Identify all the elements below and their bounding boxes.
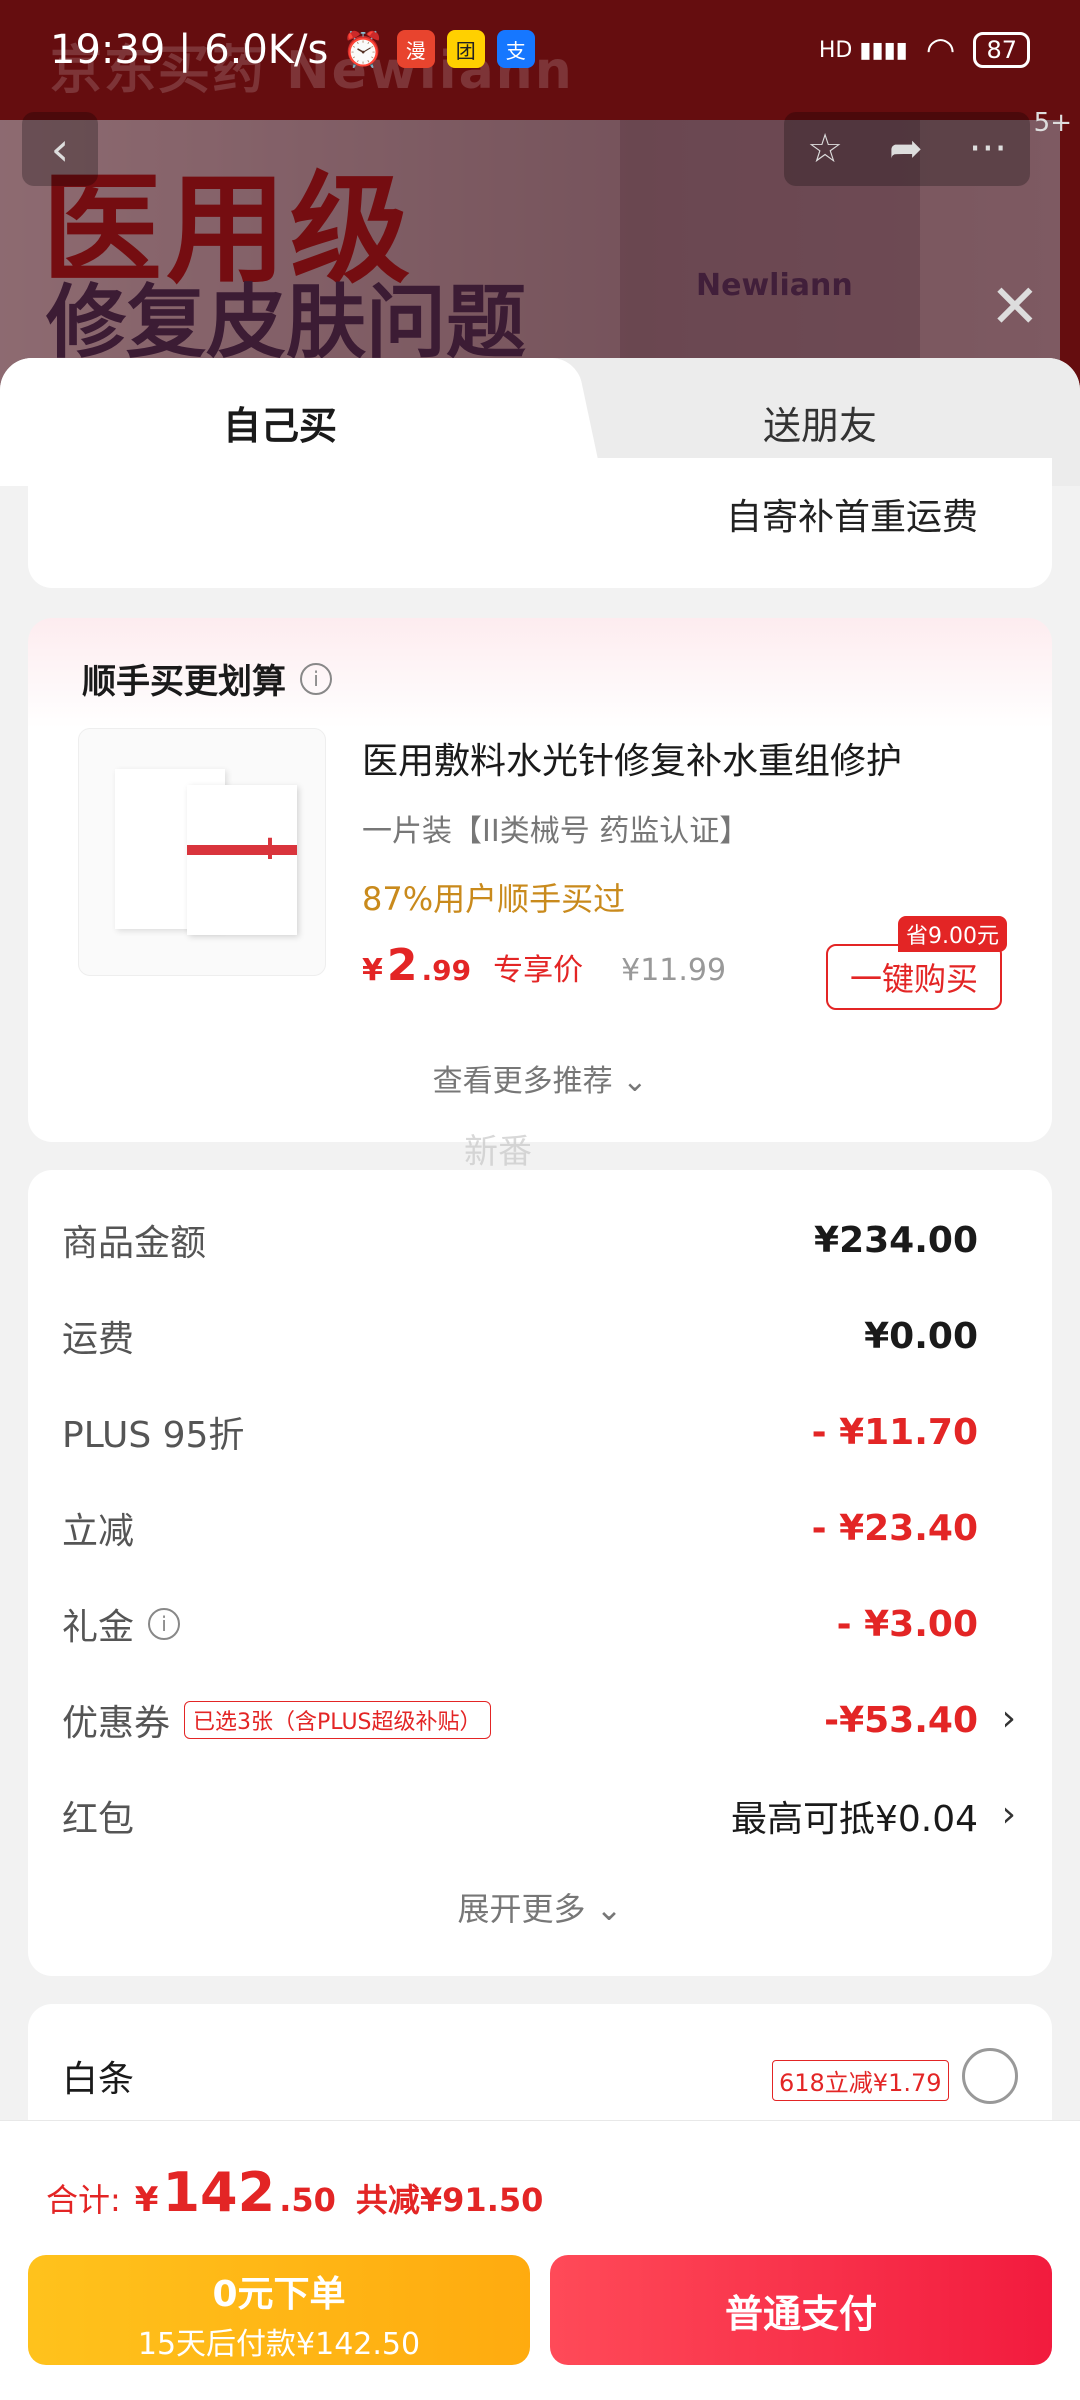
favorite-star-icon[interactable]: ☆ xyxy=(807,126,843,172)
zero-yuan-order-button[interactable]: 0元下单 15天后付款¥142.50 xyxy=(28,2255,530,2365)
wifi-icon: ◠ xyxy=(925,30,956,70)
status-speed: 6.0K/s xyxy=(204,27,329,73)
summary-row-goods: 商品金额 ¥234.00 xyxy=(62,1219,978,1265)
status-bar: 19:39 | 6.0K/s ⏰ 漫 团 支 HD ▮▮▮▮ ◠ 87 xyxy=(0,0,1080,100)
more-recommend-link[interactable]: 查看更多推荐 ⌄ xyxy=(28,1056,1052,1100)
info-icon[interactable]: i xyxy=(148,1608,181,1640)
nav-actions: ☆ ➦ ··· xyxy=(784,112,1030,186)
product-spec: 一片装【II类械号 药监认证】 xyxy=(362,814,750,849)
product-popularity: 87%用户顺手买过 xyxy=(362,880,626,918)
meituan-icon: 团 xyxy=(446,30,485,68)
share-icon[interactable]: ➦ xyxy=(889,126,923,172)
close-icon[interactable]: ✕ xyxy=(990,272,1040,342)
price-summary-card: 商品金额 ¥234.00 运费 ¥0.00 PLUS 95折 - ¥11.70 … xyxy=(28,1170,1052,1976)
checkout-sheet: 送朋友 自己买 自寄补首重运费 顺手买更划算 i + 医用敷料水光针修复补水重组… xyxy=(0,358,1080,2400)
battery-icon: 87 xyxy=(973,32,1030,68)
summary-row-gift-money: 礼金 i - ¥3.00 xyxy=(62,1603,978,1649)
checkout-bar: 合计: ¥ 142 .50 共减¥91.50 0元下单 15天后付款¥142.5… xyxy=(0,2120,1080,2400)
product-name[interactable]: 医用敷料水光针修复补水重组修护 xyxy=(362,732,902,784)
shipping-card: 自寄补首重运费 xyxy=(28,458,1052,588)
product-image[interactable]: + xyxy=(78,728,326,976)
expand-more-link[interactable]: 展开更多 ⌄ xyxy=(28,1884,1052,1930)
payment-radio[interactable] xyxy=(962,2048,1018,2104)
alarm-icon: ⏰ xyxy=(342,30,385,70)
shipping-note: 自寄补首重运费 xyxy=(725,497,978,538)
save-amount-badge: 省9.00元 xyxy=(898,916,1007,952)
back-button[interactable]: ‹ xyxy=(22,112,98,186)
one-click-buy-button[interactable]: 一键购买 xyxy=(826,944,1002,1010)
alipay-icon: 支 xyxy=(496,30,535,68)
chevron-right-icon[interactable]: › xyxy=(1002,1794,1016,1835)
summary-row-coupon[interactable]: 优惠券 已选3张（含PLUS超级补贴） -¥53.40 xyxy=(62,1690,978,1750)
summary-row-plus: PLUS 95折 - ¥11.70 xyxy=(62,1411,978,1457)
watermark: 新番 xyxy=(464,1132,532,1172)
product-price: ¥ 2 .99 专享价 ¥11.99 xyxy=(362,940,727,991)
signal-icon: HD ▮▮▮▮ xyxy=(818,37,908,63)
summary-row-instant-discount: 立减 - ¥23.40 xyxy=(62,1507,978,1553)
payment-promo-tag: 618立减¥1.79 xyxy=(772,2060,949,2101)
info-icon[interactable]: i xyxy=(300,662,332,695)
app-notification-icon: 漫 xyxy=(396,30,435,68)
chevron-left-icon: ‹ xyxy=(50,122,70,176)
message-count-badge: 5+ xyxy=(1033,108,1072,138)
recommend-title: 顺手买更划算 i xyxy=(82,654,332,703)
status-time: 19:39 xyxy=(50,27,166,73)
recommend-card: 顺手买更划算 i + 医用敷料水光针修复补水重组修护 一片装【II类械号 药监认… xyxy=(28,618,1052,1142)
payment-method-baitiao[interactable]: 白条 xyxy=(62,2050,134,2102)
price-label: 专享价 xyxy=(493,953,584,988)
original-price: ¥11.99 xyxy=(621,953,727,988)
chevron-right-icon[interactable]: › xyxy=(1002,1698,1016,1739)
top-nav: ‹ ☆ ➦ ··· 5+ xyxy=(22,108,1072,186)
summary-row-shipping: 运费 ¥0.00 xyxy=(62,1315,978,1361)
normal-pay-button[interactable]: 普通支付 xyxy=(550,2255,1052,2365)
coupon-selected-tag: 已选3张（含PLUS超级补贴） xyxy=(184,1701,491,1739)
total-discount: 共减¥91.50 xyxy=(355,2181,544,2219)
summary-row-red-packet[interactable]: 红包 最高可抵¥0.04 xyxy=(62,1786,978,1846)
order-total: 合计: ¥ 142 .50 共减¥91.50 xyxy=(46,2161,544,2224)
more-icon[interactable]: ··· xyxy=(969,126,1007,172)
